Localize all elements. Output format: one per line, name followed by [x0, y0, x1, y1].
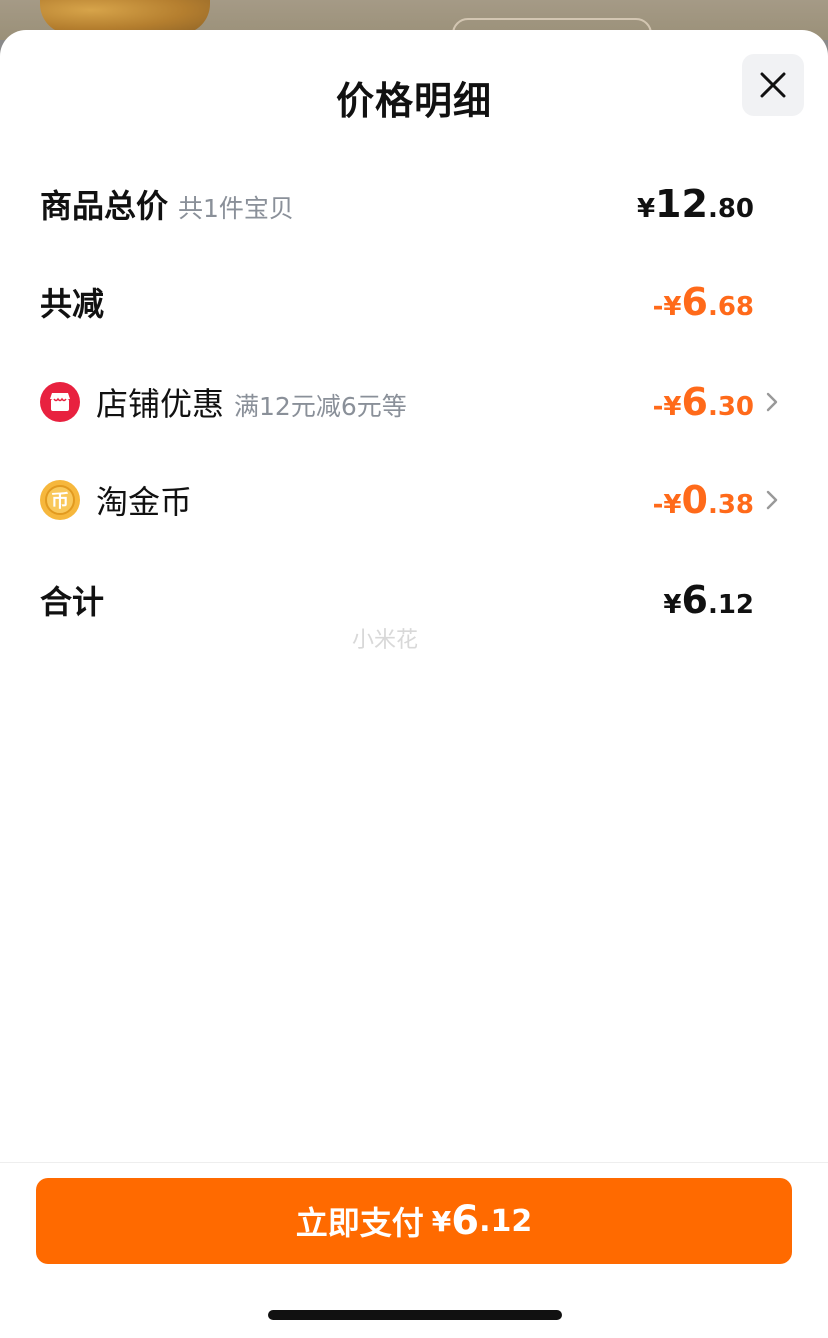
product-image [40, 0, 210, 34]
subtotal-decimal: .80 [707, 194, 754, 224]
coins-row[interactable]: 币 淘金币 -¥0.38 [40, 470, 788, 530]
store-discount-decimal: .30 [707, 392, 754, 422]
subtotal-row: 商品总价 共1件宝贝 ¥12.80 [40, 174, 788, 234]
pay-now-button[interactable]: 立即支付 ¥6.12 [36, 1178, 792, 1264]
watermark-text: 小米花 [352, 628, 419, 653]
price-detail-sheet: 价格明细 商品总价 共1件宝贝 ¥12.80 共减 -¥6.68 店铺优惠 满1… [0, 30, 828, 1338]
store-discount-currency: -¥ [652, 392, 682, 422]
store-discount-amount: -¥6.30 [653, 380, 754, 424]
total-discount-amount: -¥6.68 [653, 280, 754, 324]
total-currency: ¥ [663, 590, 682, 620]
subtotal-label: 商品总价 [40, 187, 169, 225]
pay-button-decimal: .12 [479, 1203, 533, 1239]
bottom-divider [0, 1162, 828, 1163]
coins-decimal: .38 [707, 490, 754, 520]
pay-button-currency: ¥ [431, 1204, 452, 1238]
home-indicator[interactable] [268, 1310, 562, 1320]
total-discount-label: 共减 [40, 285, 105, 323]
total-discount-row: 共减 -¥6.68 [40, 272, 788, 332]
coins-amount: -¥0.38 [653, 478, 754, 522]
total-amount: ¥6.12 [663, 578, 754, 622]
total-label: 合计 [40, 583, 105, 621]
subtotal-currency: ¥ [636, 194, 656, 224]
total-integer: 6 [681, 578, 708, 622]
item-count-text: 共1件宝贝 [178, 194, 294, 223]
coins-currency: -¥ [652, 490, 682, 520]
gold-coin-icon: 币 [40, 480, 80, 520]
total-discount-integer: 6 [681, 280, 708, 324]
sheet-title: 价格明细 [335, 79, 492, 123]
subtotal-amount: ¥12.80 [637, 182, 754, 226]
subtotal-integer: 12 [655, 182, 708, 226]
total-row: 合计 ¥6.12 [40, 570, 788, 630]
pay-button-integer: 6 [451, 1198, 480, 1244]
close-icon [760, 72, 786, 98]
svg-text:币: 币 [51, 491, 69, 512]
coins-integer: 0 [681, 478, 708, 522]
coins-label: 淘金币 [96, 483, 193, 521]
total-decimal: .12 [707, 590, 754, 620]
chevron-right-icon [766, 392, 778, 412]
store-discount-rule: 满12元减6元等 [234, 392, 407, 421]
store-discount-row[interactable]: 店铺优惠 满12元减6元等 -¥6.30 [40, 372, 788, 432]
total-discount-decimal: .68 [707, 292, 754, 322]
pay-button-label: 立即支付 [295, 1204, 424, 1242]
store-badge-icon [40, 382, 80, 422]
store-discount-integer: 6 [681, 380, 708, 424]
total-discount-currency: -¥ [652, 292, 682, 322]
store-discount-label: 店铺优惠 [96, 385, 225, 423]
close-button[interactable] [742, 54, 804, 116]
chevron-right-icon [766, 490, 778, 510]
